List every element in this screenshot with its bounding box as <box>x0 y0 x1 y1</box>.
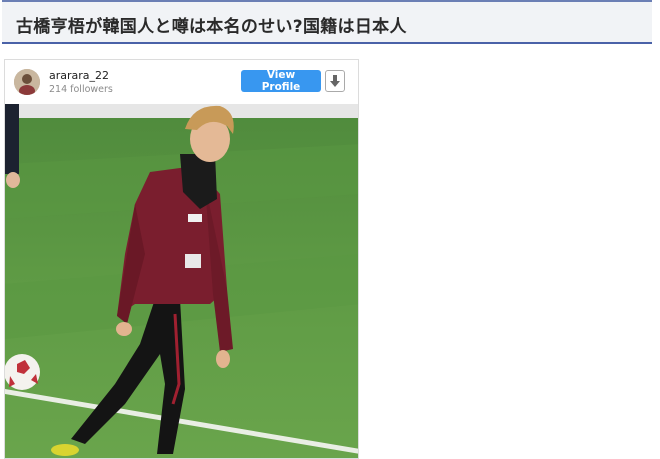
article-header: 古橋亨梧が韓国人と噂は本名のせい?国籍は日本人 <box>2 0 652 44</box>
instagram-embed-card: ararara_22 214 followers View Profile <box>4 59 359 459</box>
follower-count: 214 followers <box>49 84 113 95</box>
download-button[interactable] <box>325 70 345 92</box>
view-profile-button[interactable]: View Profile <box>241 69 321 93</box>
post-photo[interactable] <box>5 104 359 459</box>
avatar[interactable] <box>14 69 40 95</box>
profile-username[interactable]: ararara_22 <box>49 69 109 82</box>
download-arrow-icon <box>330 75 340 87</box>
article-title: 古橋亨梧が韓国人と噂は本名のせい?国籍は日本人 <box>16 17 407 37</box>
embed-header: ararara_22 214 followers View Profile <box>5 60 358 104</box>
